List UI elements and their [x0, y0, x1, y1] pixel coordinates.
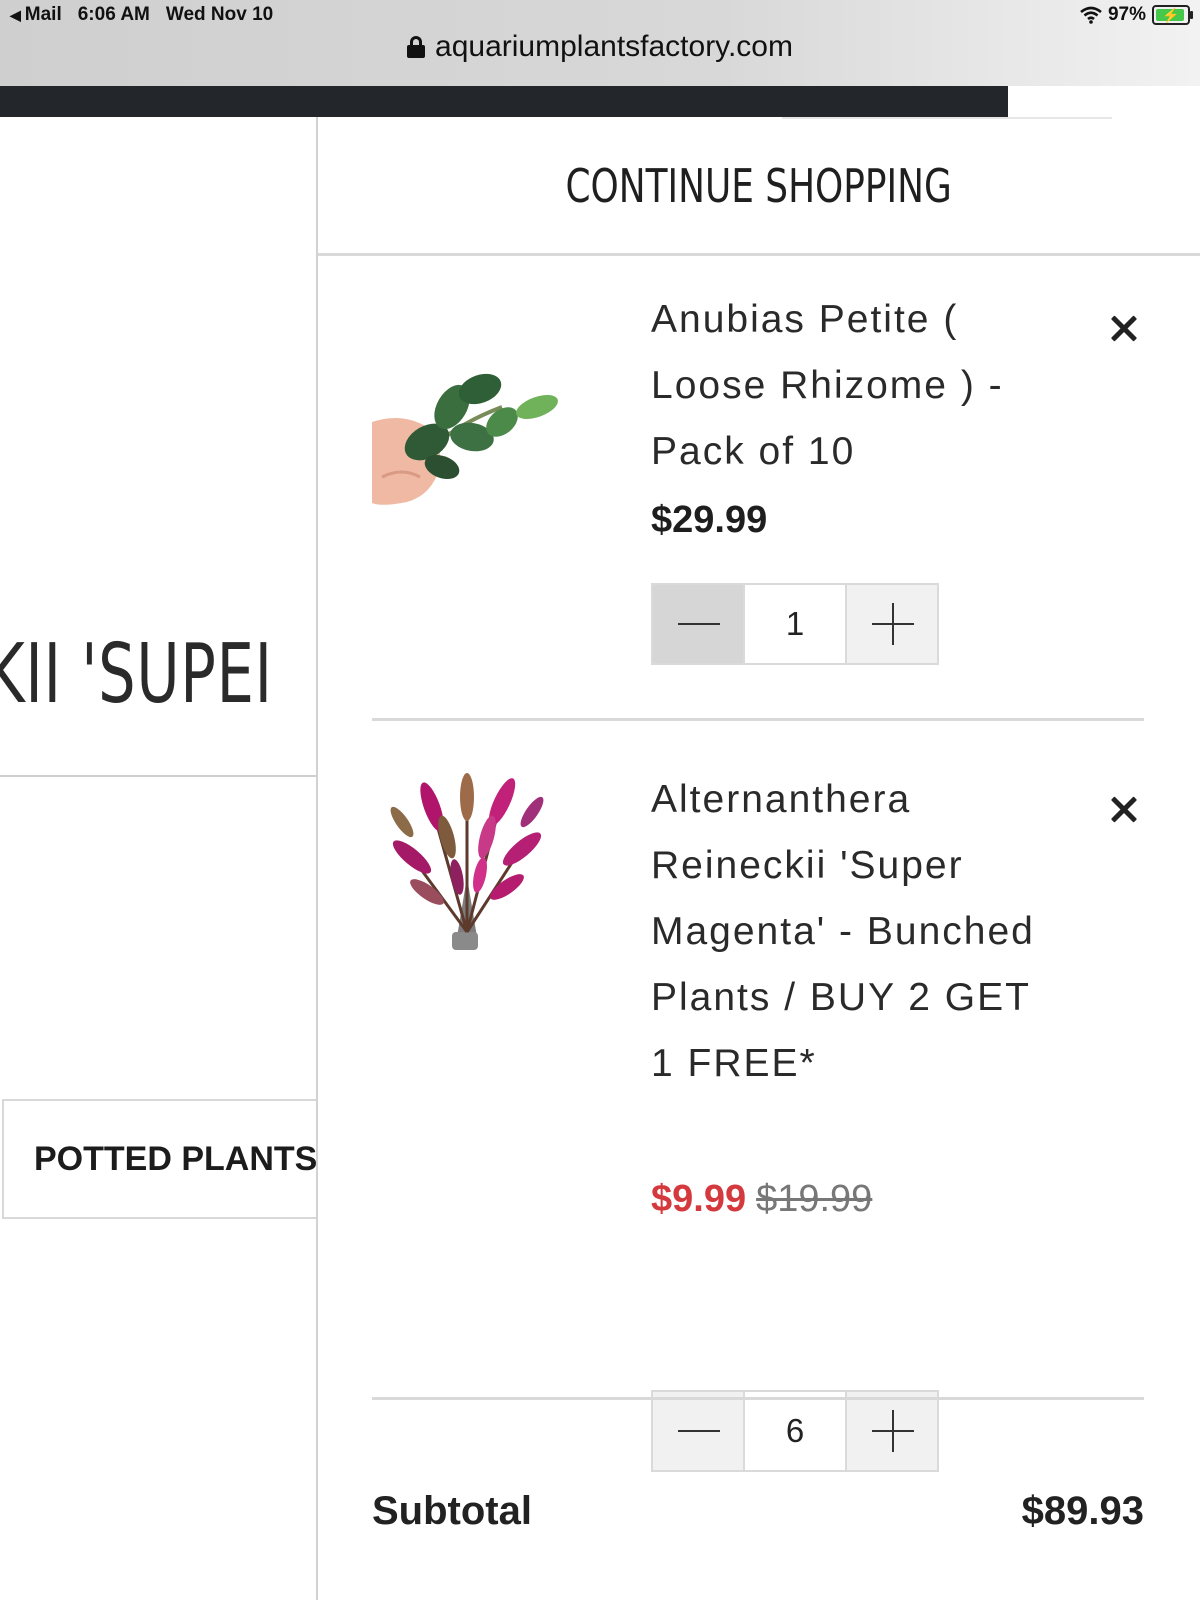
status-bar-right: 97% ⚡ [1080, 4, 1193, 26]
subtotal-row: Subtotal $89.93 [372, 1489, 1144, 1534]
compare-at-price: $19.99 [756, 1178, 873, 1220]
browser-top-bar: ◀ Mail 6:06 AM Wed Nov 10 97% ⚡ aquarium… [0, 0, 1200, 86]
cart-item-price: $9.99 $19.99 [651, 1178, 872, 1221]
divider [782, 117, 1112, 119]
divider [372, 1397, 1144, 1400]
status-date: Wed Nov 10 [165, 4, 274, 25]
back-to-app-button[interactable]: ◀ Mail [10, 4, 62, 26]
back-app-label: Mail [24, 4, 62, 25]
continue-shopping-button[interactable]: CONTINUE SHOPPING [318, 159, 1200, 213]
wifi-icon [1080, 6, 1102, 24]
cart-item-title[interactable]: Alternanthera Reineckii 'Super Magenta' … [651, 767, 1051, 1097]
url-text: aquariumplantsfactory.com [435, 30, 793, 63]
subtotal-value: $89.93 [1021, 1489, 1144, 1533]
address-bar[interactable]: aquariumplantsfactory.com [0, 30, 1200, 64]
page-load-progress [0, 86, 1200, 117]
background-product-page: KII 'SUPEI POTTED PLANTS [0, 117, 316, 1600]
remove-item-close-icon[interactable] [1104, 309, 1144, 349]
status-bar-left: ◀ Mail 6:06 AM Wed Nov 10 [10, 4, 273, 26]
quantity-plus-button[interactable] [847, 585, 937, 663]
quantity-value[interactable]: 6 [743, 1392, 847, 1470]
quantity-stepper: 6 [651, 1390, 939, 1472]
anubias-product-image[interactable] [372, 327, 562, 517]
continue-shopping-label: CONTINUE SHOPPING [565, 159, 953, 213]
lock-icon [407, 36, 426, 58]
remove-item-close-icon[interactable] [1104, 790, 1144, 830]
battery-percent: 97% [1107, 4, 1146, 25]
sale-price: $9.99 [651, 1178, 747, 1220]
product-title-fragment: KII 'SUPEI [0, 627, 273, 722]
back-triangle-icon: ◀ [10, 6, 21, 23]
cart-item-price: $29.99 [651, 499, 768, 541]
status-time: 6:06 AM [77, 4, 150, 25]
divider [0, 775, 316, 777]
cart-drawer: CONTINUE SHOPPING Anubias Petite ( Loose… [316, 117, 1200, 1600]
page-load-progress-fill [0, 86, 1008, 117]
quantity-value[interactable]: 1 [743, 585, 847, 663]
potted-plants-button[interactable]: POTTED PLANTS [2, 1099, 316, 1219]
alternanthera-product-image[interactable] [372, 767, 562, 957]
divider [372, 718, 1144, 721]
quantity-plus-button[interactable] [847, 1392, 937, 1470]
divider [318, 253, 1200, 256]
cart-item-title[interactable]: Anubias Petite ( Loose Rhizome ) - Pack … [651, 287, 1051, 485]
subtotal-label: Subtotal [372, 1489, 532, 1533]
battery-icon: ⚡ [1152, 5, 1193, 25]
quantity-minus-button[interactable] [653, 585, 743, 663]
quantity-stepper: 1 [651, 583, 939, 665]
quantity-minus-button[interactable] [653, 1392, 743, 1470]
